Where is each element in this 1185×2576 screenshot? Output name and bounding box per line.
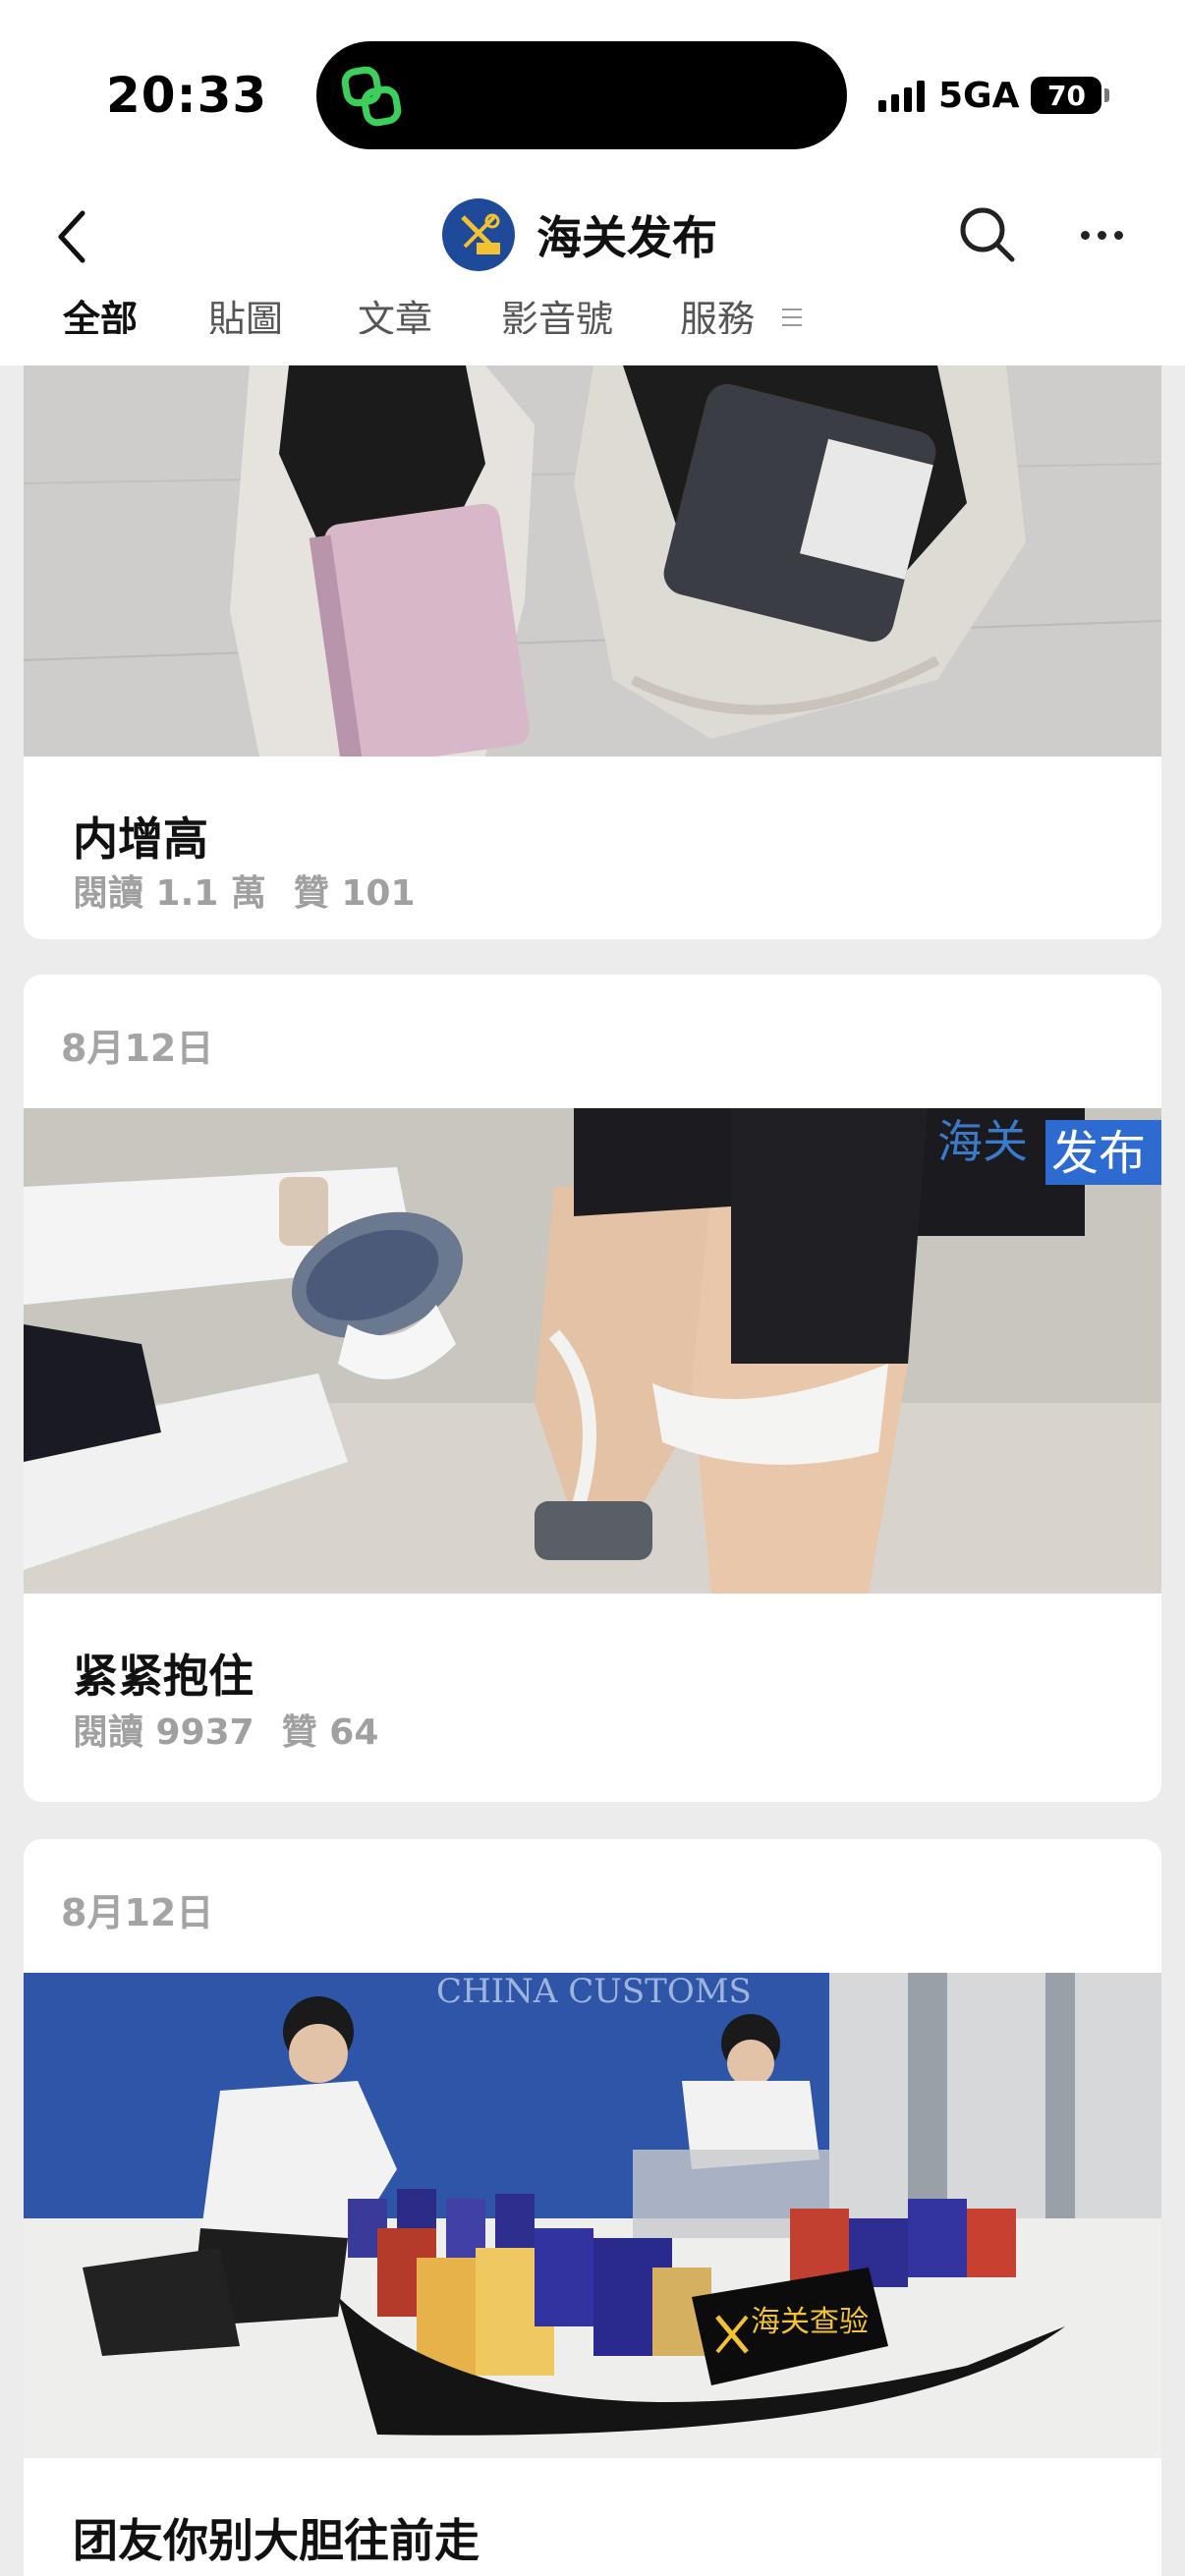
svg-text:发布: 发布 [1051, 1126, 1146, 1181]
search-icon [960, 207, 1015, 262]
article-title: 紧紧抱住 [73, 1650, 254, 1703]
article-image[interactable] [24, 365, 1161, 756]
shoes-with-phones-photo [24, 365, 1161, 756]
seized-liquor-photo: CHINA CUSTOMS 海关查验 [24, 1973, 1161, 2458]
article-stats: 閱讀 1.1 萬贊 101 [73, 865, 443, 916]
tab-menu-icon[interactable] [782, 308, 802, 330]
chain-link-icon [341, 66, 402, 127]
account-name: 海关发布 [536, 211, 717, 264]
article-image[interactable]: CHINA CUSTOMS 海关查验 [24, 1973, 1161, 2458]
more-dot [1113, 230, 1123, 240]
article-stats: 閱讀 9937 贊 64 [73, 1704, 406, 1755]
like-count: 贊 64 [281, 1712, 379, 1753]
battery-icon: 70 [1031, 77, 1110, 114]
customs-emblem-icon [461, 213, 500, 254]
network-type: 5GA [938, 75, 1020, 116]
wall-sign: CHINA CUSTOMS [436, 1973, 752, 2011]
read-count: 閱讀 9937 [73, 1712, 254, 1753]
more-options-button[interactable] [1067, 200, 1136, 269]
article-date: 8月12日 [61, 1891, 214, 1934]
more-dot [1080, 230, 1090, 240]
account-header[interactable]: 海关发布 [442, 198, 717, 271]
account-avatar [442, 198, 515, 271]
customs-badge-text: 海关查验 [751, 2305, 869, 2339]
cellular-signal-icon [878, 79, 925, 112]
read-count: 閱讀 1.1 萬 [73, 873, 266, 914]
back-button[interactable] [43, 202, 102, 271]
article-card[interactable]: 8月12日 CHINA CUSTOMS 海关查验 团友你别大胆往前走 [24, 1839, 1161, 2576]
article-image[interactable]: 海关 发布 [24, 1108, 1161, 1594]
status-indicators: 5GA 70 [878, 71, 1110, 120]
app-screen: 20:33 5GA 70 海关发布 全部 貼圖 文章 影音號 服務 内增高 閱讀… [0, 0, 1185, 2576]
nav-header: 海关发布 [0, 177, 1185, 295]
search-button[interactable] [953, 200, 1022, 269]
article-date: 8月12日 [61, 1027, 214, 1070]
status-time: 20:33 [106, 67, 268, 124]
dynamic-island [316, 41, 847, 149]
watermark-logo: 海关 [937, 1115, 1028, 1168]
status-bar: 20:33 5GA 70 [0, 0, 1185, 177]
customs-inspection-photo: 海关 发布 [24, 1108, 1161, 1594]
battery-level: 70 [1046, 79, 1086, 112]
article-card[interactable]: 8月12日 海关 发布 紧紧抱住 閱讀 9937 贊 64 [24, 975, 1161, 1802]
chevron-left-icon [58, 210, 85, 263]
article-title: 内增高 [73, 812, 208, 866]
article-title: 团友你别大胆往前走 [73, 2514, 480, 2567]
article-card[interactable]: 内增高 閱讀 1.1 萬贊 101 [24, 334, 1161, 939]
like-count: 贊 101 [293, 873, 416, 914]
more-dot [1097, 230, 1106, 240]
